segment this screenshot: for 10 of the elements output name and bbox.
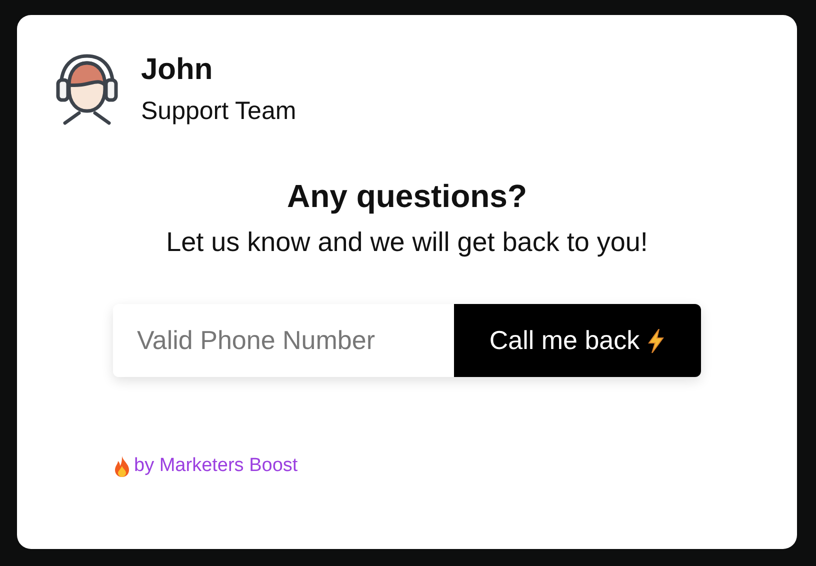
- heading: Any questions?: [286, 178, 527, 215]
- credit-link[interactable]: by Marketers Boost: [134, 455, 298, 477]
- phone-input-field[interactable]: Valid Phone Number: [113, 304, 454, 377]
- subheading: Let us know and we will get back to you!: [166, 227, 648, 258]
- lightning-icon: [646, 328, 666, 352]
- call-back-button[interactable]: Call me back: [454, 304, 701, 377]
- fire-icon: [113, 456, 131, 476]
- support-agent-icon: [55, 53, 119, 125]
- agent-name: John: [141, 53, 214, 87]
- agent-team: Support Team: [141, 97, 296, 126]
